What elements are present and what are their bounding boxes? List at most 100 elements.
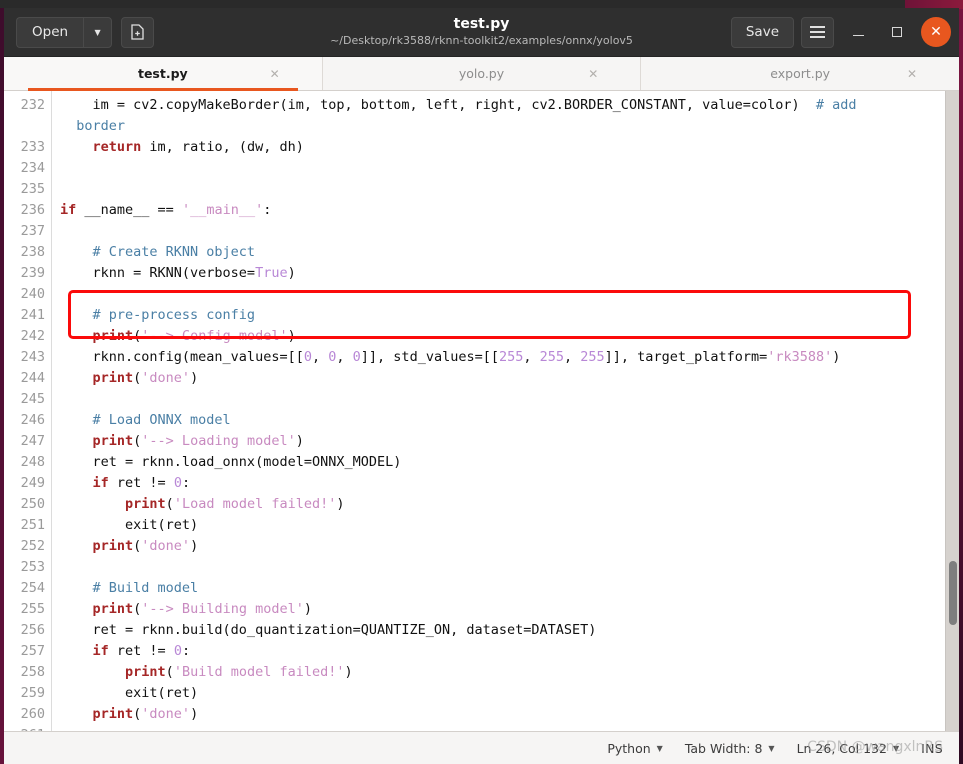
close-button[interactable]: ✕ <box>921 17 951 47</box>
code-line-256: ret = rknn.build(do_quantization=QUANTIZ… <box>60 622 597 638</box>
line-number: 238 <box>20 244 45 260</box>
line-number: 243 <box>20 349 45 365</box>
close-icon: ✕ <box>930 24 942 40</box>
open-button-label: Open <box>32 24 69 40</box>
chevron-down-icon: ▼ <box>94 27 101 37</box>
code-line-233: return im, ratio, (dw, dh) <box>92 139 304 155</box>
code-line-248: ret = rknn.load_onnx(model=ONNX_MODEL) <box>60 454 402 470</box>
tab-close-icon[interactable]: ✕ <box>588 67 598 81</box>
code-content[interactable]: im = cv2.copyMakeBorder(im, top, bottom,… <box>52 91 959 731</box>
line-number: 241 <box>20 307 45 323</box>
code-line-254: # Build model <box>60 580 199 596</box>
maximize-icon <box>892 27 902 37</box>
insert-mode-indicator: INS <box>921 741 943 756</box>
minimize-icon <box>852 34 864 37</box>
code-line-243: rknn.config(mean_values=[[0, 0, 0]], std… <box>60 349 841 365</box>
chevron-down-icon: ▼ <box>768 743 775 753</box>
cursor-position-label: Ln 26, Col 132 <box>796 740 887 756</box>
tab-width-label: Tab Width: 8 <box>684 740 763 756</box>
line-number: 234 <box>20 160 45 176</box>
new-document-icon <box>130 24 145 40</box>
line-number: 256 <box>20 622 45 638</box>
line-number: 260 <box>20 706 45 722</box>
line-number: 253 <box>20 559 45 575</box>
open-button[interactable]: Open <box>16 16 84 48</box>
tab-export-py[interactable]: export.py ✕ <box>641 57 959 90</box>
line-number: 254 <box>20 580 45 596</box>
line-number: 245 <box>20 391 45 407</box>
line-number: 239 <box>20 265 45 281</box>
page-title: test.py <box>453 16 510 32</box>
line-number: 232 <box>20 97 45 113</box>
code-line-255: print('--> Building model') <box>92 601 312 617</box>
tab-close-icon[interactable]: ✕ <box>907 67 917 81</box>
line-number: 250 <box>20 496 45 512</box>
line-number: 235 <box>20 181 45 197</box>
line-number-gutter: 232 233 234 235 236 237 238 239 240 241 … <box>4 91 52 731</box>
code-line-246: # Load ONNX model <box>60 412 231 428</box>
file-path-subtitle: ~/Desktop/rk3588/rknn-toolkit2/examples/… <box>330 34 633 47</box>
code-line-258: print('Build model failed!') <box>125 664 353 680</box>
line-number: 240 <box>20 286 45 302</box>
line-number <box>4 116 51 137</box>
tab-label: test.py <box>137 66 188 81</box>
code-line-238: # Create RKNN object <box>60 244 256 260</box>
code-line-232-wrap: border <box>60 118 126 134</box>
code-line-247: print('--> Loading model') <box>92 433 304 449</box>
code-line-244: print('done') <box>92 370 199 386</box>
insert-mode-label: INS <box>921 740 943 756</box>
tab-label: yolo.py <box>458 66 505 81</box>
code-line-239: rknn = RKNN(verbose=True) <box>60 265 296 281</box>
line-number: 246 <box>20 412 45 428</box>
scrollbar-thumb[interactable] <box>949 561 957 625</box>
open-dropdown-button[interactable]: ▼ <box>83 16 113 48</box>
code-line-242: print('--> Config model') <box>92 328 296 344</box>
line-number: 237 <box>20 223 45 239</box>
editor-area[interactable]: 232 233 234 235 236 237 238 239 240 241 … <box>4 91 959 731</box>
line-number: 255 <box>20 601 45 617</box>
code-line-259: exit(ret) <box>60 685 199 701</box>
tab-label: export.py <box>770 66 831 81</box>
line-number: 242 <box>20 328 45 344</box>
tab-test-py[interactable]: test.py ✕ <box>4 57 323 91</box>
line-number: 244 <box>20 370 45 386</box>
title-bar: Open ▼ test.py ~/Desktop/rk3588/rknn-too… <box>4 8 959 57</box>
line-number: 252 <box>20 538 45 554</box>
status-bar: Python ▼ Tab Width: 8 ▼ Ln 26, Col 132 ▼… <box>4 731 959 764</box>
code-line-236: if __name__ == '__main__': <box>60 202 272 218</box>
tab-bar: test.py ✕ yolo.py ✕ export.py ✕ <box>4 57 959 91</box>
line-number: 233 <box>20 139 45 155</box>
line-number: 247 <box>20 433 45 449</box>
code-line-232: im = cv2.copyMakeBorder(im, top, bottom,… <box>60 97 857 113</box>
code-line-252: print('done') <box>92 538 199 554</box>
code-line-250: print('Load model failed!') <box>125 496 345 512</box>
code-line-241: # pre-process config <box>60 307 256 323</box>
tab-yolo-py[interactable]: yolo.py ✕ <box>323 57 642 90</box>
tab-close-icon[interactable]: ✕ <box>270 67 280 81</box>
new-document-button[interactable] <box>121 16 155 48</box>
line-number: 259 <box>20 685 45 701</box>
open-button-group: Open ▼ <box>16 16 113 48</box>
hamburger-menu-icon <box>810 26 825 28</box>
title-bar-controls: Save ✕ <box>730 16 951 48</box>
desktop-top-strip <box>0 0 963 8</box>
save-button[interactable]: Save <box>730 16 794 48</box>
line-number: 258 <box>20 664 45 680</box>
language-selector[interactable]: Python ▼ <box>607 741 663 756</box>
tab-width-selector[interactable]: Tab Width: 8 ▼ <box>685 741 775 756</box>
vertical-scrollbar[interactable] <box>945 91 959 731</box>
minimize-button[interactable] <box>843 17 873 47</box>
line-number: 248 <box>20 454 45 470</box>
line-number: 257 <box>20 643 45 659</box>
line-number: 249 <box>20 475 45 491</box>
hamburger-menu-button[interactable] <box>801 16 834 48</box>
cursor-position[interactable]: Ln 26, Col 132 ▼ <box>797 741 900 756</box>
chevron-down-icon: ▼ <box>656 743 663 753</box>
chevron-down-icon: ▼ <box>892 743 900 753</box>
maximize-button[interactable] <box>882 17 912 47</box>
